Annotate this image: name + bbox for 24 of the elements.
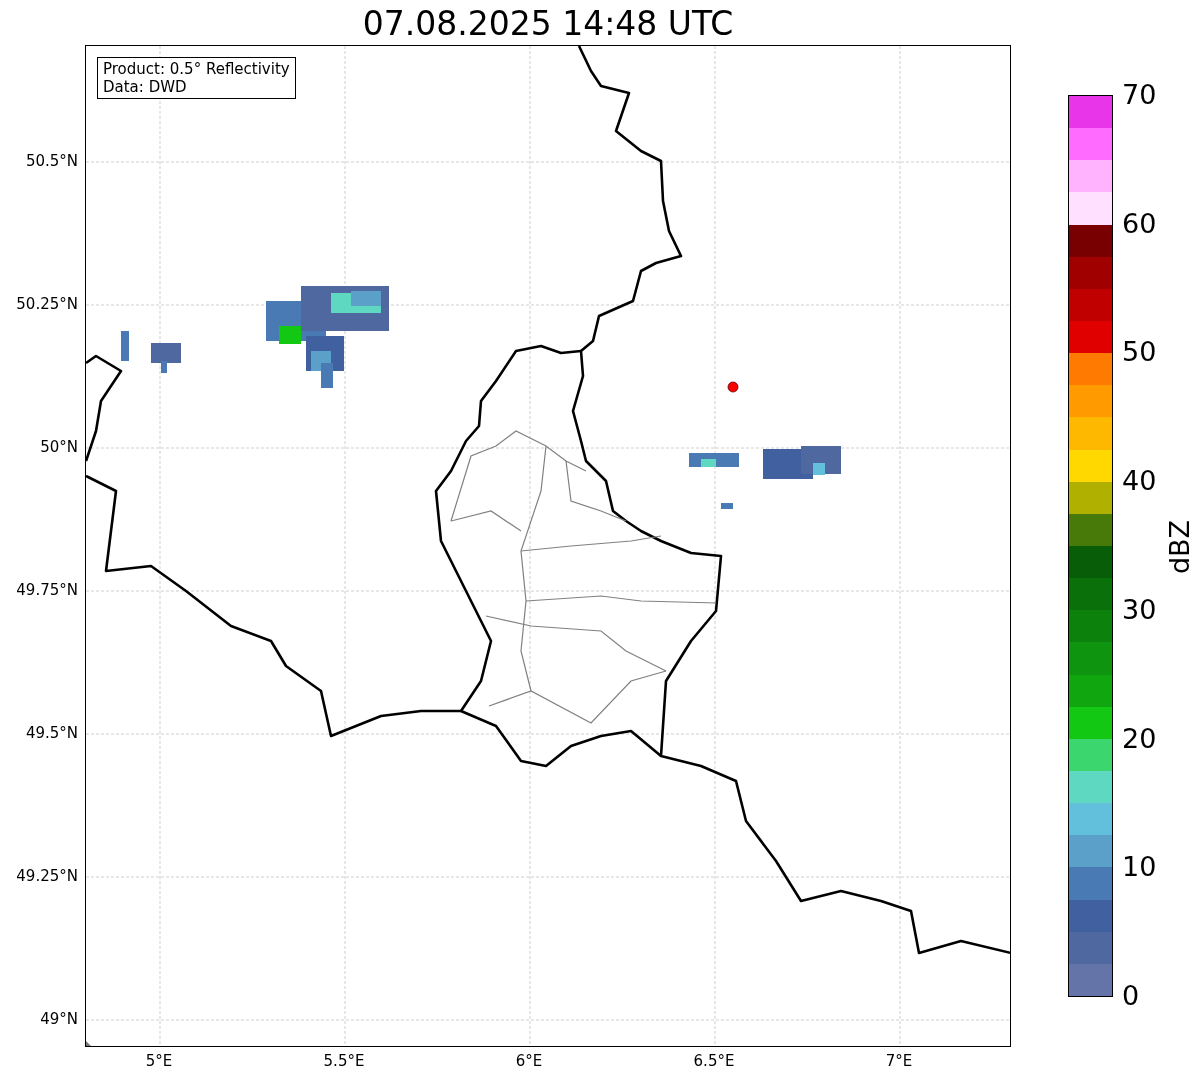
longitude-tick-label: 6°E bbox=[514, 1052, 544, 1070]
colorbar-tick-label: 20 bbox=[1122, 723, 1157, 754]
longitude-tick-label: 6.5°E bbox=[692, 1052, 736, 1070]
latitude-tick-label: 50.5°N bbox=[24, 152, 78, 170]
latitude-tick-label: 50.25°N bbox=[15, 295, 78, 313]
radar-site-marker bbox=[727, 381, 739, 393]
latitude-tick-label: 49.5°N bbox=[24, 724, 78, 742]
longitude-tick-label: 7°E bbox=[884, 1052, 914, 1070]
colorbar-tick-label: 60 bbox=[1122, 208, 1157, 239]
latitude-tick-label: 49.75°N bbox=[15, 581, 78, 599]
colorbar-tick-label: 70 bbox=[1122, 80, 1157, 110]
longitude-tick-label: 5.5°E bbox=[322, 1052, 366, 1070]
latitude-tick-label: 49.25°N bbox=[15, 867, 78, 885]
longitude-tick-label: 5°E bbox=[144, 1052, 174, 1070]
colorbar-tick-label: 10 bbox=[1122, 852, 1157, 883]
info-box: Product: 0.5° Reflectivity Data: DWD bbox=[97, 57, 296, 99]
colorbar-tick-label: 30 bbox=[1122, 594, 1157, 625]
latitude-tick-label: 50°N bbox=[39, 438, 78, 456]
latitude-tick-label: 49°N bbox=[39, 1010, 78, 1028]
plot-title: 07.08.2025 14:48 UTC bbox=[361, 4, 735, 44]
colorbar-label: dBZ bbox=[1164, 518, 1196, 577]
colorbar-tick-label: 0 bbox=[1122, 981, 1140, 1011]
colorbar-tick-label: 50 bbox=[1122, 337, 1157, 368]
colorbar-tick-label: 40 bbox=[1122, 466, 1157, 497]
